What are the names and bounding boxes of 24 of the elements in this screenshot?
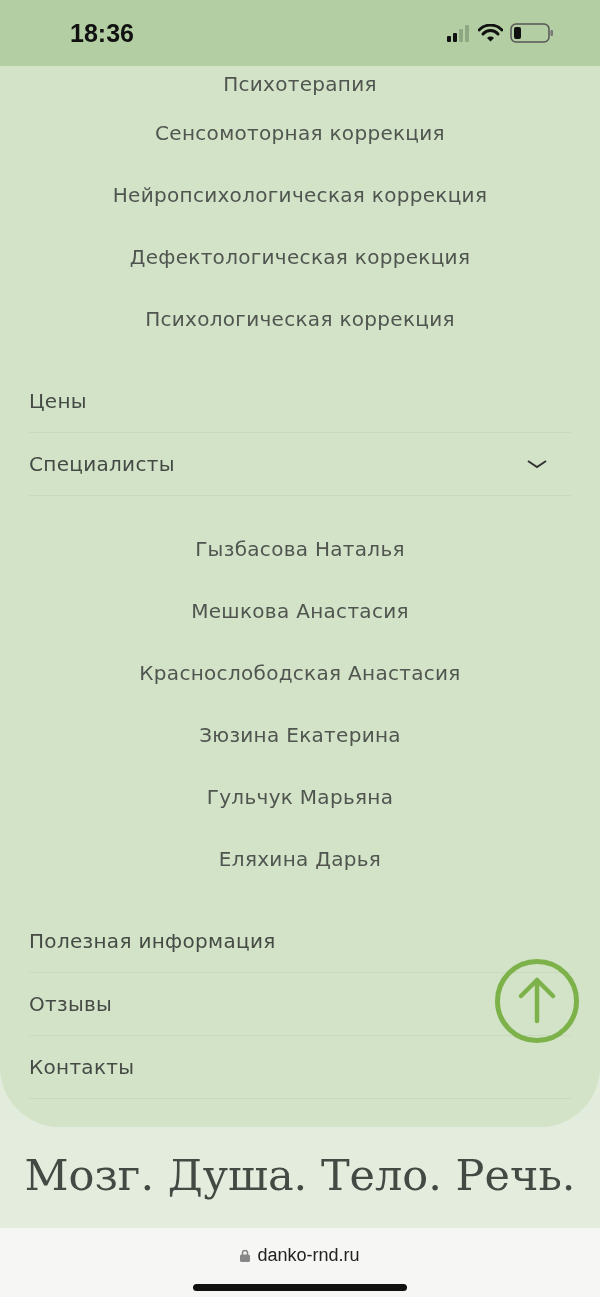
menu-link[interactable]: Отзывы bbox=[29, 992, 113, 1016]
submenu-link[interactable]: Гызбасова Наталья bbox=[195, 518, 405, 580]
submenu-link[interactable]: Краснослободская Анастасия bbox=[139, 642, 461, 704]
signal-icon bbox=[447, 24, 471, 42]
submenu-link[interactable]: Зюзина Екатерина bbox=[199, 704, 401, 766]
menu-link[interactable]: Полезная информация bbox=[29, 929, 276, 953]
submenu-link[interactable]: Дефектологическая коррекция bbox=[129, 226, 471, 288]
submenu-link[interactable]: Сенсомоторная коррекция bbox=[155, 102, 445, 164]
battery-icon bbox=[510, 23, 554, 43]
chevron-icon[interactable] bbox=[527, 459, 547, 469]
submenu-link[interactable]: Нейропсихологическая коррекция bbox=[112, 164, 488, 226]
menu-link[interactable]: Контакты bbox=[29, 1055, 135, 1079]
wifi-icon bbox=[478, 24, 503, 42]
status-time: 18:36 bbox=[70, 18, 134, 48]
submenu-link[interactable]: Еляхина Дарья bbox=[218, 828, 382, 890]
lock-icon bbox=[240, 1249, 251, 1262]
submenu-link[interactable]: Гульчук Марьяна bbox=[206, 766, 394, 828]
menu-link[interactable]: Специалисты bbox=[29, 452, 175, 476]
url-text[interactable]: danko-rnd.ru bbox=[257, 1245, 360, 1266]
tagline: Мозг. Душа. Тело. Речь. bbox=[24, 1149, 576, 1200]
submenu-link[interactable]: Психотерапия bbox=[223, 66, 377, 102]
menu-link[interactable]: Цены bbox=[29, 389, 87, 413]
submenu-link[interactable]: Психологическая коррекция bbox=[145, 288, 455, 350]
submenu-link[interactable]: Мешкова Анастасия bbox=[191, 580, 409, 642]
